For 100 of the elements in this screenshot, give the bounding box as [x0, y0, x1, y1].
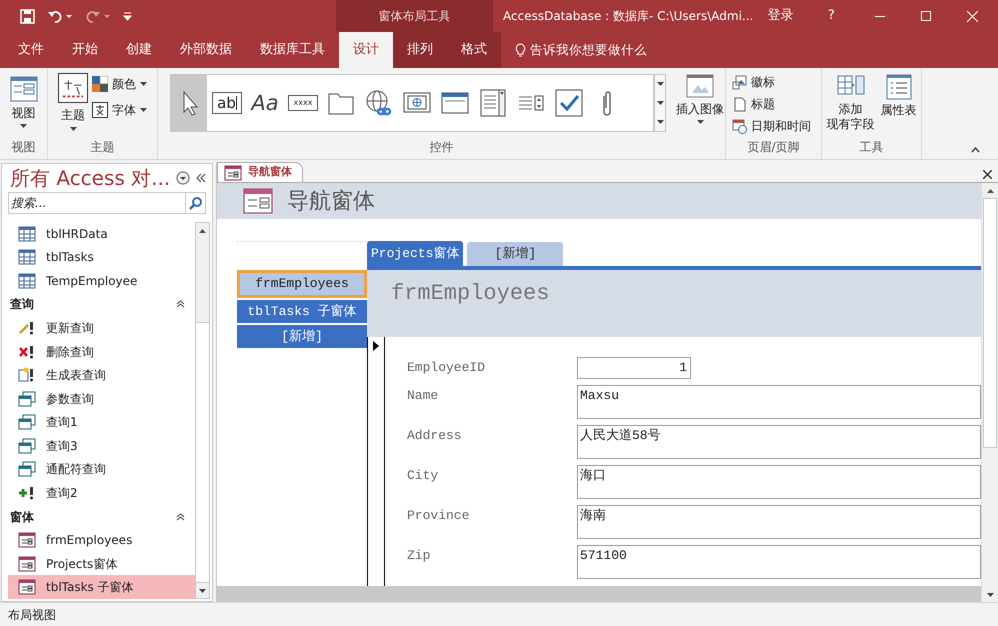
- nav-item[interactable]: tblTasks 子窗体: [8, 575, 195, 599]
- text-field[interactable]: 海口: [577, 465, 981, 499]
- nav-pane-title: 所有 Access 对...: [10, 165, 170, 192]
- nav-item[interactable]: TempEmployee: [8, 269, 195, 293]
- nav-group-header[interactable]: 查询: [8, 292, 195, 316]
- search-icon: [189, 196, 202, 210]
- nav-item[interactable]: 查询3: [8, 434, 195, 458]
- header-footer-button[interactable]: 徽标: [732, 73, 811, 91]
- nav-item[interactable]: frmEmployees: [8, 528, 195, 552]
- number-field[interactable]: 1: [577, 357, 691, 379]
- nav-item[interactable]: 通配符查询: [8, 458, 195, 482]
- insert-image-button[interactable]: 插入图像: [676, 74, 724, 124]
- nav-item[interactable]: 生成表查询: [8, 363, 195, 387]
- ribbon-tab[interactable]: 数据库工具: [246, 32, 339, 68]
- control-tool[interactable]: [171, 75, 207, 131]
- checkbox-control-icon: [555, 89, 583, 117]
- ribbon-tab[interactable]: 外部数据: [166, 32, 246, 68]
- themes-button[interactable]: 主题: [58, 73, 88, 131]
- document-icon: [732, 96, 747, 112]
- nav-item[interactable]: tblTasks: [8, 246, 195, 270]
- group-label: 控件: [430, 139, 454, 156]
- save-icon: [20, 8, 35, 24]
- close-icon: [966, 10, 978, 22]
- dropdown-circle-icon: [176, 171, 190, 185]
- ribbon-tab[interactable]: 格式: [447, 32, 501, 68]
- ribbon-tab[interactable]: 设计: [339, 32, 393, 68]
- nav-item[interactable]: tblHRData: [8, 222, 195, 246]
- nav-item[interactable]: 更新查询: [8, 316, 195, 340]
- sign-in-link[interactable]: 登录: [763, 0, 798, 32]
- view-button[interactable]: 视图: [10, 68, 38, 128]
- vertical-scrollbar[interactable]: [195, 222, 210, 599]
- customize-toolbar-icon: [123, 11, 132, 21]
- search-field[interactable]: 搜索...: [8, 192, 186, 214]
- navigation-button[interactable]: tblTasks 子窗体: [237, 300, 367, 323]
- query-icon: [18, 414, 36, 430]
- help-button[interactable]: ?: [819, 0, 844, 32]
- fonts-button[interactable]: 字体: [92, 101, 147, 119]
- text-field[interactable]: 人民大道58号: [577, 425, 981, 459]
- close-icon: [983, 170, 992, 179]
- record-selector[interactable]: [367, 337, 385, 586]
- navigation-button[interactable]: frmEmployees: [237, 270, 367, 298]
- header-footer-button[interactable]: 日期和时间: [732, 117, 811, 135]
- collapse-pane-icon: [196, 173, 206, 183]
- nav-item[interactable]: 查询1: [8, 410, 195, 434]
- font-icon: [92, 102, 108, 118]
- table-icon: [18, 272, 36, 289]
- text-field[interactable]: 571100: [577, 545, 981, 579]
- query-icon: [18, 438, 36, 454]
- make-table-query-icon: [18, 367, 36, 384]
- context-tab-header: 窗体布局工具: [336, 0, 493, 32]
- current-record-icon: [373, 341, 379, 351]
- ribbon-tab[interactable]: 文件: [4, 32, 58, 68]
- gallery-scrollbar[interactable]: [654, 74, 666, 132]
- nav-item[interactable]: Projects窗体: [8, 552, 195, 576]
- field-label: EmployeeID: [407, 359, 486, 377]
- add-existing-fields-button[interactable]: 添加 现有字段: [826, 74, 874, 132]
- themes-icon: [58, 73, 88, 103]
- colors-button[interactable]: 颜色: [92, 75, 147, 93]
- pencil-query-icon: [18, 320, 36, 336]
- nav-group-header[interactable]: 窗体: [8, 504, 195, 528]
- nav-item[interactable]: 查询2: [8, 481, 195, 505]
- text-field[interactable]: Maxsu: [577, 385, 981, 419]
- delete-query-icon: [18, 344, 36, 360]
- label-control-icon: Aa: [251, 92, 279, 114]
- field-label: Province: [407, 507, 470, 525]
- append-query-icon: [18, 484, 36, 501]
- navigation-button[interactable]: [新增]: [237, 325, 367, 348]
- caret-icon: [656, 82, 664, 86]
- control-tool[interactable]: Aa: [247, 75, 283, 131]
- field-label: City: [407, 467, 440, 485]
- caret-icon: [70, 127, 76, 131]
- ribbon-tab[interactable]: 创建: [112, 32, 166, 68]
- header-footer-button[interactable]: 标题: [732, 95, 811, 113]
- caret-icon: [20, 124, 27, 128]
- undo-icon: [47, 9, 73, 23]
- ribbon-tab[interactable]: 开始: [58, 32, 112, 68]
- nav-item[interactable]: 删除查询: [8, 340, 195, 364]
- query-icon: [18, 390, 36, 407]
- scroll-up-icon: [199, 228, 206, 232]
- property-sheet-button[interactable]: 属性表: [880, 74, 916, 132]
- document-tab[interactable]: 导航窗体: [217, 162, 303, 182]
- form-icon: [18, 532, 36, 548]
- control-tool[interactable]: ab: [209, 75, 245, 131]
- image-icon: [686, 74, 714, 98]
- tell-me-search[interactable]: 告诉我你想要做什么: [530, 40, 647, 60]
- vertical-scrollbar[interactable]: [981, 183, 998, 602]
- navigation-tab[interactable]: Projects窗体: [367, 241, 464, 266]
- group-label: 视图: [12, 139, 36, 156]
- group-label: 页眉/页脚: [747, 139, 800, 156]
- close-document-button[interactable]: [983, 170, 992, 179]
- textbox-control-icon: ab: [212, 92, 242, 114]
- navigation-tab[interactable]: [新增]: [467, 242, 564, 266]
- subform-title: frmEmployees: [391, 280, 550, 308]
- text-field[interactable]: 海南: [577, 505, 981, 539]
- field-label: Address: [407, 427, 463, 445]
- nav-item[interactable]: 参数查询: [8, 386, 195, 410]
- group-label: 主题: [90, 139, 114, 156]
- search-button[interactable]: [186, 192, 206, 214]
- control-tool[interactable]: xxxx: [285, 75, 321, 131]
- ribbon-tab[interactable]: 排列: [393, 32, 447, 68]
